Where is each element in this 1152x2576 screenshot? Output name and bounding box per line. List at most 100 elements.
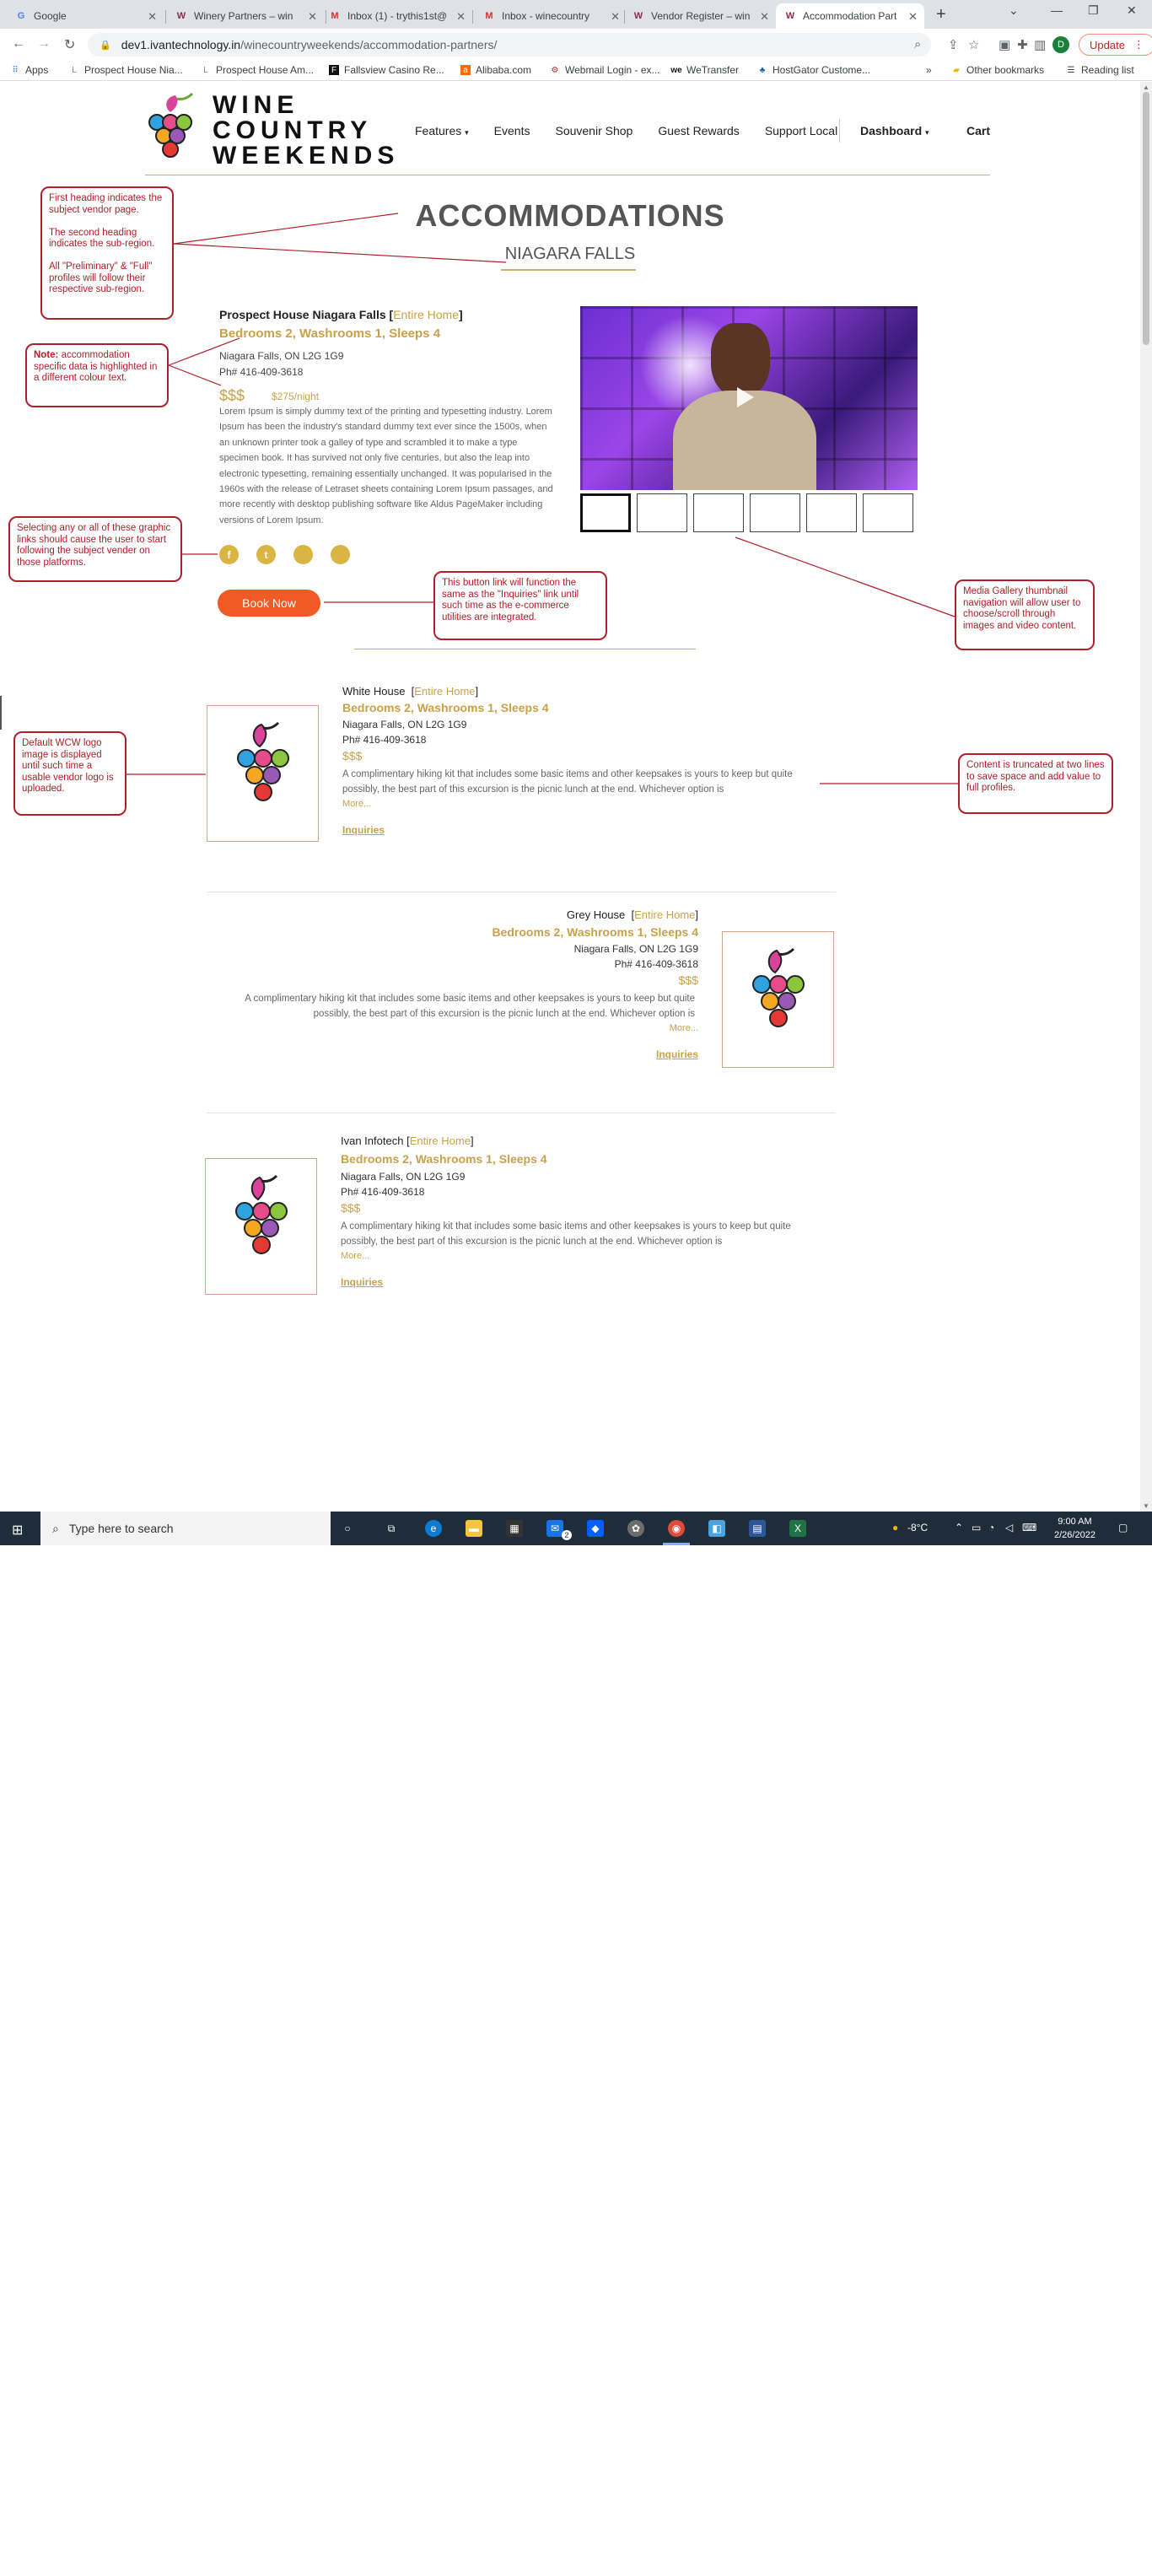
thumbnail[interactable] xyxy=(693,493,744,532)
app-icon[interactable]: ▤ xyxy=(749,1520,766,1537)
scroll-up-icon[interactable]: ▲ xyxy=(1143,84,1149,91)
cortana-icon[interactable]: ○ xyxy=(339,1520,356,1537)
more-link[interactable]: More... xyxy=(670,1023,698,1033)
bookmark-fallsview[interactable]: F Fallsview Casino Re... xyxy=(329,64,444,76)
page-scrollbar[interactable]: ▲ ▼ xyxy=(1140,82,1152,1512)
profile-avatar[interactable]: D xyxy=(1052,36,1069,53)
bookmark-prospect-am[interactable]: L Prospect House Am... xyxy=(201,64,314,76)
thumbnail[interactable] xyxy=(580,493,631,532)
nav-features[interactable]: Features ▾ xyxy=(415,124,469,137)
vendor-logo-default[interactable] xyxy=(207,705,319,842)
volume-icon[interactable]: ◁ xyxy=(1005,1522,1013,1533)
reload-icon[interactable]: ↻ xyxy=(64,36,75,53)
thumbnail[interactable] xyxy=(806,493,857,532)
nav-events[interactable]: Events xyxy=(494,124,530,137)
language-icon[interactable]: ⌨ xyxy=(1022,1522,1036,1533)
battery-icon[interactable]: ▭ xyxy=(972,1522,981,1533)
forward-icon[interactable]: → xyxy=(37,36,51,51)
tab-accommodation-partners[interactable]: W Accommodation Part ✕ xyxy=(776,3,924,29)
thumbnail[interactable] xyxy=(750,493,800,532)
taskbar-clock[interactable]: 9:00 AM 2/26/2022 xyxy=(1054,1515,1095,1542)
scroll-down-icon[interactable]: ▼ xyxy=(1143,1502,1149,1510)
address-bar[interactable]: 🔒 dev1.ivantechnology.in/winecountryweek… xyxy=(88,33,931,57)
bookmark-hostgator[interactable]: ♣ HostGator Custome... xyxy=(757,64,870,76)
close-icon[interactable]: ✕ xyxy=(611,10,620,24)
tab-search-icon[interactable]: ⌄ xyxy=(1009,3,1019,18)
facebook-icon[interactable]: f xyxy=(219,545,239,564)
tab-google[interactable]: G Google ✕ xyxy=(7,3,164,29)
nav-guest-rewards[interactable]: Guest Rewards xyxy=(658,124,739,137)
book-now-button[interactable]: Book Now xyxy=(218,590,320,617)
social-icon[interactable] xyxy=(293,545,313,564)
mail-icon[interactable]: ✉ xyxy=(546,1520,563,1537)
task-view-icon[interactable]: ⧉ xyxy=(383,1520,400,1537)
vendor-logo-default[interactable] xyxy=(205,1158,317,1295)
close-icon[interactable]: ✕ xyxy=(148,10,157,24)
back-icon[interactable]: ← xyxy=(12,36,25,51)
twitter-icon[interactable]: t xyxy=(256,545,276,564)
file-explorer-icon[interactable]: ▬ xyxy=(466,1520,482,1537)
scrollbar-thumb[interactable] xyxy=(1143,92,1149,345)
reading-list[interactable]: ☰ Reading list xyxy=(1066,64,1134,76)
bookmark-alibaba[interactable]: a Alibaba.com xyxy=(460,64,531,76)
nav-dashboard[interactable]: Dashboard ▾ xyxy=(860,124,929,137)
close-icon[interactable]: ✕ xyxy=(760,10,769,24)
bookmark-webmail[interactable]: ⚙ Webmail Login - ex... xyxy=(550,64,660,76)
restore-icon[interactable]: ❐ xyxy=(1088,3,1099,18)
weather-temp[interactable]: -8°C xyxy=(907,1522,928,1533)
windows-start-icon[interactable]: ⊞ xyxy=(12,1522,23,1539)
bookmark-apps[interactable]: ⠿ Apps xyxy=(10,64,48,76)
play-icon[interactable] xyxy=(737,387,754,407)
edge-icon[interactable]: e xyxy=(425,1520,442,1537)
nav-cart[interactable]: Cart xyxy=(966,124,990,137)
network-icon[interactable]: ◔ xyxy=(988,1522,994,1533)
more-link[interactable]: More... xyxy=(341,1251,369,1261)
tab-vendor-register[interactable]: W Vendor Register – win ✕ xyxy=(624,3,776,29)
minimize-icon[interactable]: — xyxy=(1051,3,1063,17)
sidepanel-icon[interactable]: ▥ xyxy=(1034,37,1046,52)
puzzle-icon[interactable]: ✚ xyxy=(1017,37,1028,52)
tab-inbox-2[interactable]: M Inbox - winecountry ✕ xyxy=(475,3,627,29)
nav-support-local[interactable]: Support Local xyxy=(765,124,837,137)
excel-icon[interactable]: X xyxy=(789,1520,806,1537)
more-link[interactable]: More... xyxy=(342,799,371,809)
thumbnail[interactable] xyxy=(637,493,687,532)
tab-inbox-1[interactable]: M Inbox (1) - trythis1st@ ✕ xyxy=(320,3,472,29)
grape-logo-icon xyxy=(752,947,805,1027)
share-icon[interactable]: ⇪ xyxy=(948,37,959,52)
bookmark-prospect-nia[interactable]: L Prospect House Nia... xyxy=(69,64,183,76)
vendor-logo-default[interactable] xyxy=(722,931,834,1068)
nav-souvenir-shop[interactable]: Souvenir Shop xyxy=(555,124,633,137)
other-bookmarks[interactable]: ▰ Other bookmarks xyxy=(951,64,1044,76)
close-icon[interactable]: ✕ xyxy=(456,10,466,24)
zoom-search-icon[interactable]: ⌕ xyxy=(914,37,921,51)
media-gallery-main[interactable] xyxy=(580,306,918,490)
bookmark-label: Prospect House Am... xyxy=(216,64,315,76)
store-icon[interactable]: ▦ xyxy=(506,1520,523,1537)
chrome-icon[interactable]: ◉ xyxy=(663,1520,690,1545)
update-button[interactable]: Update ⋮ xyxy=(1079,34,1152,56)
inquiries-link[interactable]: Inquiries xyxy=(342,824,385,836)
thumbnail[interactable] xyxy=(863,493,913,532)
inquiries-link[interactable]: Inquiries xyxy=(656,1048,698,1060)
tab-winery-partners[interactable]: W Winery Partners – win ✕ xyxy=(167,3,324,29)
weather-icon[interactable]: ● xyxy=(892,1522,898,1533)
close-icon[interactable]: ✕ xyxy=(908,10,918,24)
new-tab-icon[interactable]: + xyxy=(936,5,946,24)
tray-expand-icon[interactable]: ⌃ xyxy=(955,1522,963,1533)
dropbox-icon[interactable]: ◆ xyxy=(587,1520,604,1537)
app-icon[interactable]: ✿ xyxy=(627,1520,644,1537)
notifications-icon[interactable]: ▢ xyxy=(1118,1522,1128,1533)
social-icon[interactable] xyxy=(331,545,350,564)
site-icon: W xyxy=(785,11,795,21)
close-icon[interactable]: ✕ xyxy=(308,10,317,24)
bookmark-wetransfer[interactable]: we WeTransfer xyxy=(670,64,739,76)
bookmarks-overflow-icon[interactable]: » xyxy=(926,64,932,76)
bookmark-star-icon[interactable]: ☆ xyxy=(968,37,979,52)
inquiries-link[interactable]: Inquiries xyxy=(341,1276,383,1288)
extension-icon[interactable]: ▣ xyxy=(999,37,1010,52)
taskbar-search[interactable]: ⌕ Type here to search xyxy=(40,1512,331,1545)
app-icon[interactable]: ◧ xyxy=(708,1520,725,1537)
site-logo[interactable]: WINE COUNTRY WEEKENDS xyxy=(145,92,399,170)
window-close-icon[interactable]: ✕ xyxy=(1127,3,1137,18)
